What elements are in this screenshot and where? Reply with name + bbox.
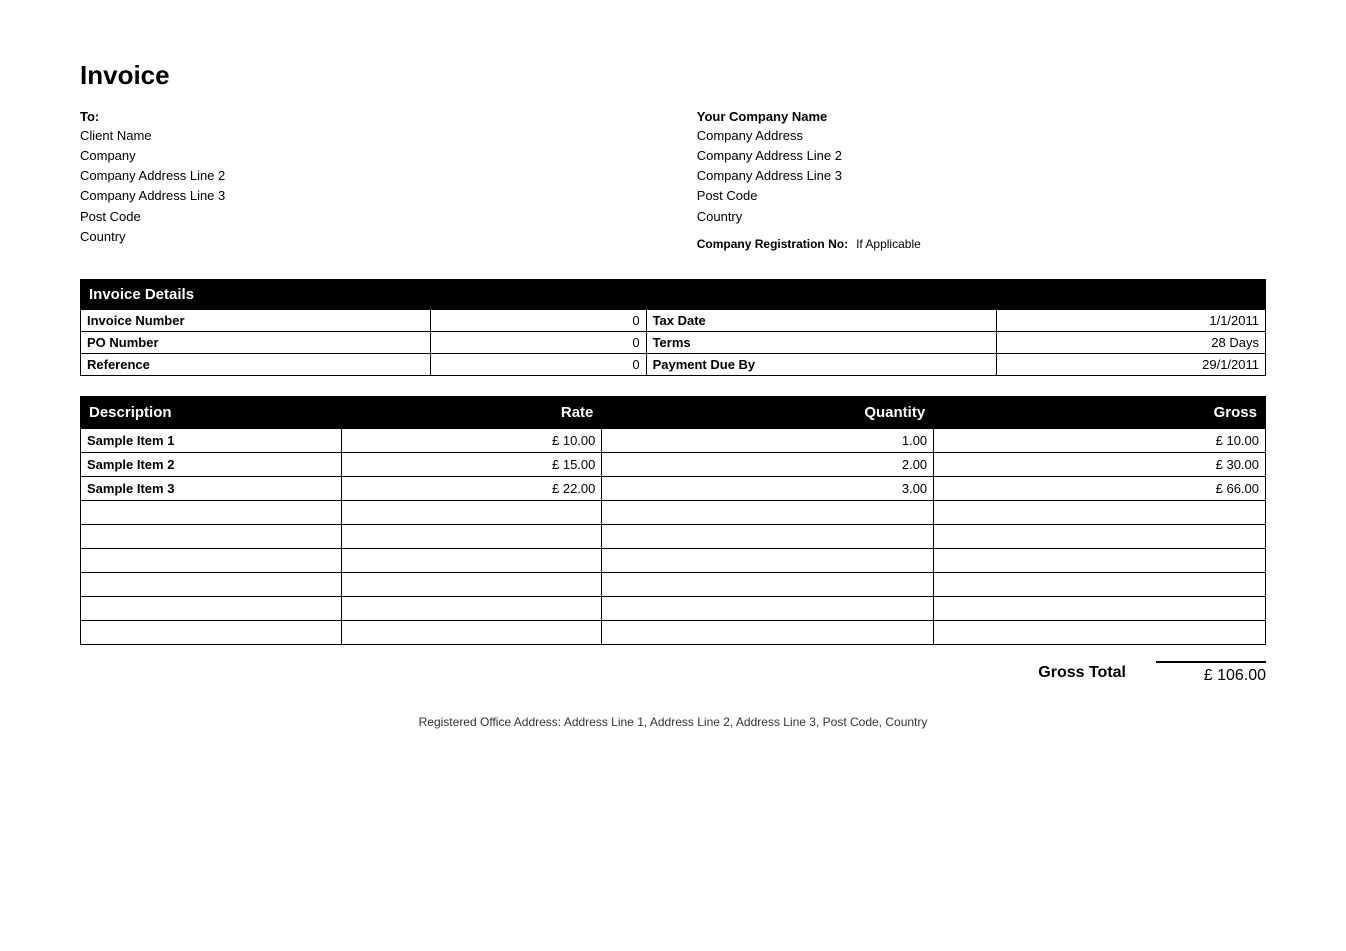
client-address-line2: Company Address Line 2 [80,166,649,186]
item-rate-6 [341,572,602,596]
item-rate-2: £ 22.00 [341,476,602,500]
item-rate-1: £ 15.00 [341,452,602,476]
item-qty-4 [602,524,934,548]
item-gross-4 [934,524,1266,548]
invoice-details-row3: Reference 0 Payment Due By 29/1/2011 [81,353,1266,375]
item-qty-7 [602,596,934,620]
item-rate-4 [341,524,602,548]
item-rate-0: £ 10.00 [341,428,602,452]
description-header: Description [81,396,342,428]
table-row [81,500,1266,524]
client-name: Client Name [80,126,649,146]
item-desc-5 [81,548,342,572]
item-desc-1: Sample Item 2 [81,452,342,476]
table-row: Sample Item 2 £ 15.00 2.00 £ 30.00 [81,452,1266,476]
item-gross-8 [934,620,1266,644]
item-desc-7 [81,596,342,620]
item-desc-8 [81,620,342,644]
item-desc-6 [81,572,342,596]
tax-date-label: Tax Date [646,309,996,331]
invoice-details-row2: PO Number 0 Terms 28 Days [81,331,1266,353]
table-row: Sample Item 1 £ 10.00 1.00 £ 10.00 [81,428,1266,452]
client-postcode: Post Code [80,207,649,227]
gross-total-label: Gross Total [1038,664,1126,682]
gross-header: Gross [934,396,1266,428]
terms-value: 28 Days [996,331,1265,353]
rate-header: Rate [341,396,602,428]
po-number-value: 0 [431,331,646,353]
item-qty-8 [602,620,934,644]
item-desc-2: Sample Item 3 [81,476,342,500]
item-rate-3 [341,500,602,524]
to-label: To: [80,109,649,124]
table-row [81,548,1266,572]
client-country: Country [80,227,649,247]
item-rate-7 [341,596,602,620]
company-address-line3: Company Address Line 3 [697,166,1266,186]
company-info-section: Your Company Name Company Address Compan… [697,109,1266,251]
items-header-row: Description Rate Quantity Gross [81,396,1266,428]
payment-due-value: 29/1/2011 [996,353,1265,375]
bill-to-section: To: Client Name Company Company Address … [80,109,649,251]
table-row [81,572,1266,596]
item-desc-3 [81,500,342,524]
company-name: Your Company Name [697,109,1266,124]
invoice-details-table: Invoice Details Invoice Number 0 Tax Dat… [80,279,1266,376]
item-qty-3 [602,500,934,524]
reference-value: 0 [431,353,646,375]
item-gross-0: £ 10.00 [934,428,1266,452]
item-desc-0: Sample Item 1 [81,428,342,452]
table-row [81,596,1266,620]
item-rate-5 [341,548,602,572]
company-postcode: Post Code [697,186,1266,206]
reference-label: Reference [81,353,431,375]
payment-due-label: Payment Due By [646,353,996,375]
header-section: To: Client Name Company Company Address … [80,109,1266,251]
company-country: Country [697,207,1266,227]
quantity-header: Quantity [602,396,934,428]
gross-total-value: £ 106.00 [1156,661,1266,685]
item-gross-5 [934,548,1266,572]
invoice-number-value: 0 [431,309,646,331]
item-qty-1: 2.00 [602,452,934,476]
invoice-number-label: Invoice Number [81,309,431,331]
company-reg-section: Company Registration No: If Applicable [697,237,1266,251]
gross-total-section: Gross Total £ 106.00 [80,661,1266,685]
item-qty-0: 1.00 [602,428,934,452]
item-rate-8 [341,620,602,644]
company-reg-value: If Applicable [856,237,921,251]
client-company: Company [80,146,649,166]
invoice-details-row1: Invoice Number 0 Tax Date 1/1/2011 [81,309,1266,331]
footer-text: Registered Office Address: Address Line … [80,715,1266,729]
item-qty-5 [602,548,934,572]
table-row [81,620,1266,644]
po-number-label: PO Number [81,331,431,353]
item-gross-2: £ 66.00 [934,476,1266,500]
table-row: Sample Item 3 £ 22.00 3.00 £ 66.00 [81,476,1266,500]
tax-date-value: 1/1/2011 [996,309,1265,331]
item-qty-2: 3.00 [602,476,934,500]
company-address: Company Address [697,126,1266,146]
item-gross-1: £ 30.00 [934,452,1266,476]
invoice-details-header: Invoice Details [81,279,1266,309]
item-gross-6 [934,572,1266,596]
table-row [81,524,1266,548]
item-qty-6 [602,572,934,596]
company-reg-label: Company Registration No: [697,237,848,251]
items-table: Description Rate Quantity Gross Sample I… [80,396,1266,645]
item-gross-3 [934,500,1266,524]
client-address-line3: Company Address Line 3 [80,186,649,206]
company-address-line2: Company Address Line 2 [697,146,1266,166]
item-desc-4 [81,524,342,548]
invoice-title: Invoice [80,60,1266,91]
item-gross-7 [934,596,1266,620]
terms-label: Terms [646,331,996,353]
